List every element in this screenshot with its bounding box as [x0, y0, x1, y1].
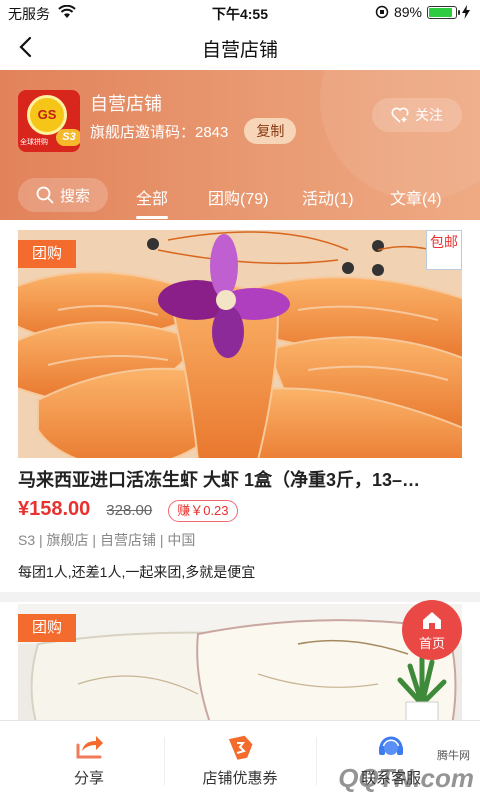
- invite-code-row: 旗舰店邀请码：2843 复制: [90, 118, 297, 144]
- logo-badge: S3: [56, 129, 80, 146]
- price-row: ¥158.00 328.00 赚￥0.23: [18, 498, 238, 522]
- headset-icon: [379, 736, 403, 755]
- home-button[interactable]: 首页: [402, 600, 462, 660]
- battery-icon: [427, 5, 460, 19]
- group-buy-badge: 团购: [18, 614, 76, 642]
- product-description: 每团1人,还差1人,一起来团,多就是便宜: [18, 564, 256, 580]
- follow-label: 关注: [415, 107, 443, 123]
- invite-code: 旗舰店邀请码：2843: [90, 123, 229, 141]
- page-title: 自营店铺: [201, 40, 278, 61]
- product-image[interactable]: 团购 包邮: [18, 230, 462, 458]
- heart-plus-icon: [391, 107, 409, 123]
- free-shipping-badge: 包邮: [426, 230, 462, 270]
- tab-all[interactable]: 全部: [136, 185, 169, 219]
- home-icon: [423, 612, 441, 629]
- coupon-button[interactable]: 店铺优惠券: [165, 721, 315, 800]
- product-price: ¥158.00: [18, 498, 91, 520]
- shrimp-photo: [18, 230, 462, 458]
- charging-icon: [462, 5, 470, 19]
- shop-name: 自营店铺: [90, 94, 162, 114]
- shop-header: GS 全球拼购 S3 自营店铺 旗舰店邀请码：2843 复制 关注 搜索 全部 …: [0, 70, 480, 220]
- share-button[interactable]: 分享: [14, 721, 164, 800]
- product-meta: S3 | 旗舰店 | 自营店铺 | 中国: [18, 532, 196, 548]
- home-label: 首页: [418, 636, 445, 651]
- navigation-bar: 自营店铺: [0, 24, 480, 70]
- coupon-label: 店铺优惠券: [202, 770, 278, 787]
- product-list: 团购 包邮 马来西亚进口活冻生虾 大虾 1盒（净重3斤，13–… ¥158.00…: [0, 220, 480, 720]
- watermark-small: 腾牛网: [437, 750, 470, 762]
- group-buy-badge: 团购: [18, 240, 76, 268]
- follow-button[interactable]: 关注: [372, 98, 462, 132]
- divider: [0, 592, 480, 602]
- pillow-photo: [18, 604, 462, 720]
- watermark: 腾牛网 QQTN.com: [338, 750, 474, 794]
- original-price: 328.00: [106, 502, 153, 519]
- product-title[interactable]: 马来西亚进口活冻生虾 大虾 1盒（净重3斤，13–…: [18, 466, 462, 492]
- status-bar: 无服务 下午4:55 89%: [0, 0, 480, 24]
- share-icon: [76, 736, 103, 759]
- battery-percent: 89%: [393, 4, 422, 20]
- shop-tabs: 搜索 全部 团购(79) 活动(1) 文章(4): [0, 178, 480, 220]
- tab-articles[interactable]: 文章(4): [390, 185, 442, 209]
- earn-badge: 赚￥0.23: [168, 500, 238, 522]
- search-icon: [36, 186, 54, 204]
- coupon-icon: [228, 735, 253, 760]
- share-label: 分享: [73, 770, 104, 787]
- search-button[interactable]: 搜索: [18, 178, 108, 212]
- logo-text: 全球拼购: [20, 139, 48, 146]
- product-image[interactable]: 团购: [18, 604, 462, 720]
- bottom-action-bar: 分享 店铺优惠券 联系客服 腾牛网 QQTN.com: [0, 720, 480, 800]
- shop-logo: GS 全球拼购 S3: [18, 90, 80, 152]
- orientation-lock-icon: [375, 5, 389, 19]
- copy-button[interactable]: 复制: [244, 118, 297, 144]
- tab-group-buy[interactable]: 团购(79): [208, 185, 268, 209]
- search-label: 搜索: [59, 187, 90, 205]
- watermark-text: QQTN.com: [338, 763, 474, 793]
- tab-activities[interactable]: 活动(1): [302, 185, 354, 209]
